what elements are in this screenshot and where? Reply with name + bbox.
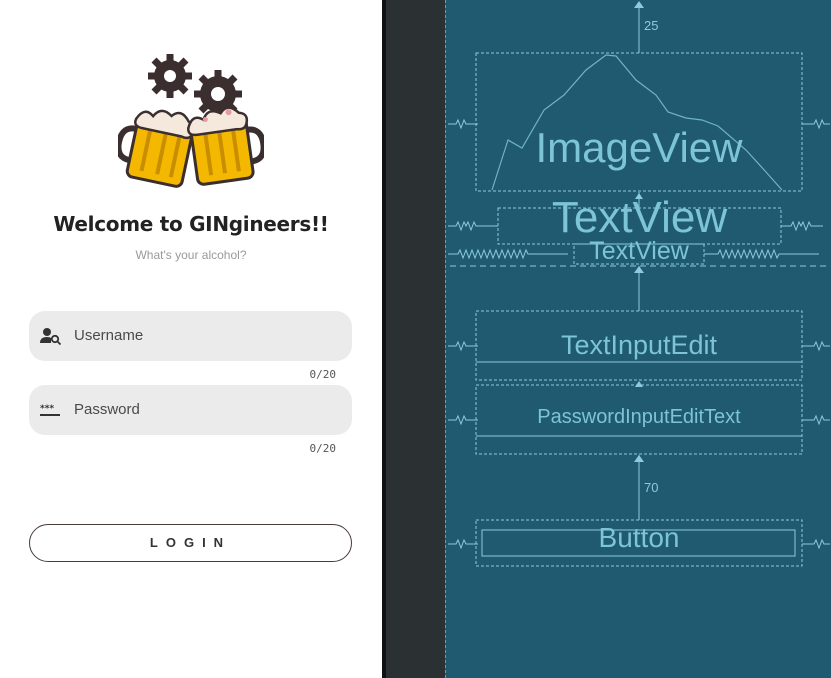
password-placeholder: Password [74, 401, 140, 418]
blueprint-margin [386, 0, 445, 678]
welcome-title: Welcome to GINgineers!! [53, 212, 329, 236]
button-margin-dimension: 70 [644, 480, 659, 495]
textview-label-2[interactable]: TextView [574, 239, 704, 264]
beer-mugs-logo-icon [118, 54, 264, 188]
password-field[interactable]: *** Password [29, 385, 352, 435]
imageview-label[interactable]: ImageView [476, 124, 802, 172]
password-counter: 0/20 [309, 442, 337, 455]
design-preview: Welcome to GINgineers!! What's your alco… [0, 0, 382, 678]
passwordinput-label[interactable]: PasswordInputEditText [476, 406, 802, 429]
password-dots-icon: *** [40, 404, 60, 416]
blueprint-view: 25 ImageView TextView TextView TextInput… [445, 0, 831, 678]
person-search-icon [40, 328, 62, 346]
textinput-label[interactable]: TextInputEdit [476, 330, 802, 361]
username-placeholder: Username [74, 327, 144, 344]
login-label: LOGIN [149, 535, 232, 550]
username-field[interactable]: Username [29, 311, 352, 361]
login-button[interactable]: LOGIN [29, 524, 352, 562]
textview-label-1[interactable]: TextView [498, 196, 781, 240]
svg-text:***: *** [40, 404, 54, 414]
username-counter: 0/20 [309, 368, 337, 381]
button-label[interactable]: Button [476, 522, 802, 554]
welcome-subtitle: What's your alcohol? [135, 248, 247, 262]
top-margin-dimension: 25 [644, 18, 659, 33]
